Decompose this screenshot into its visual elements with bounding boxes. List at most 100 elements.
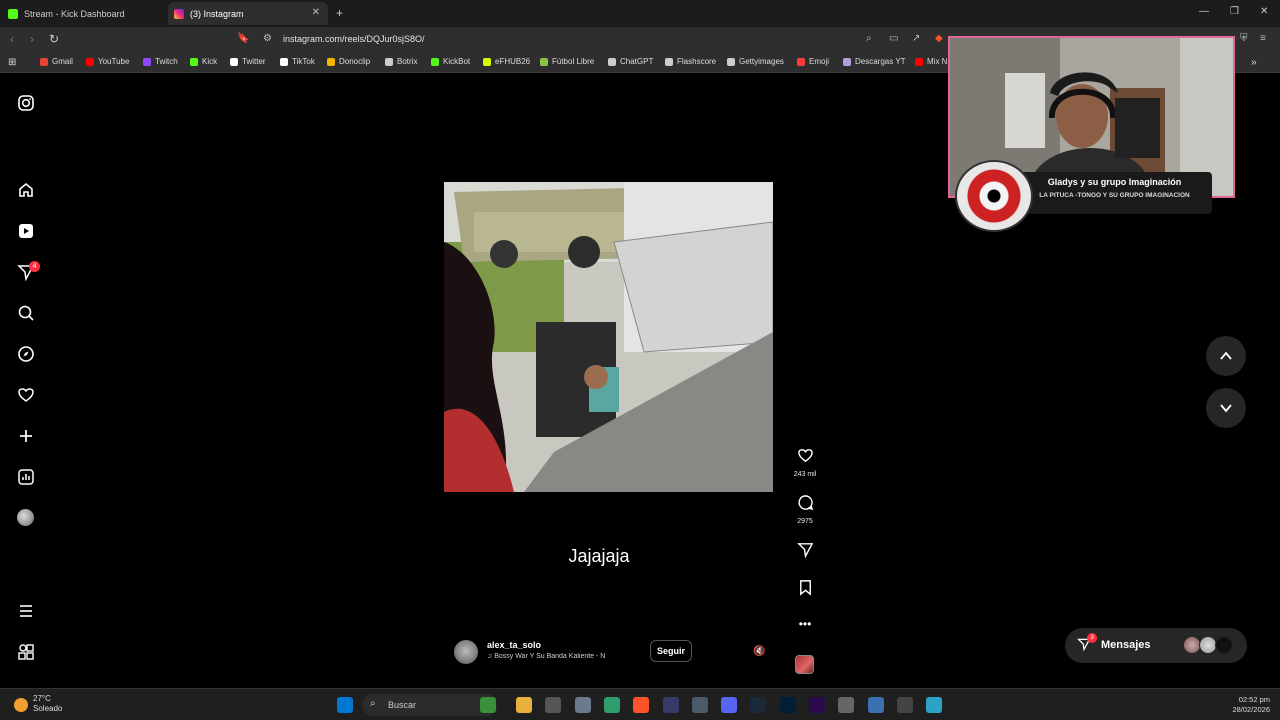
more-options-button[interactable]: ••• (790, 617, 820, 631)
steam-icon[interactable] (750, 697, 766, 713)
more-bookmarks-icon[interactable]: » (1251, 57, 1257, 68)
media-player-icon[interactable] (897, 697, 913, 713)
create-plus-icon[interactable] (17, 427, 35, 445)
author-username[interactable]: alex_ta_solo (487, 640, 541, 650)
bookmark-mix[interactable]: Mix N (915, 57, 947, 66)
site-settings-icon[interactable]: ⚙ (263, 33, 272, 44)
author-avatar[interactable] (454, 640, 478, 664)
save-button[interactable] (790, 579, 820, 600)
explore-icon[interactable] (17, 345, 35, 363)
ellipsis-icon: ••• (798, 617, 812, 631)
clock-date: 28/02/2026 (1232, 705, 1270, 714)
follow-button[interactable]: Seguir (650, 640, 693, 662)
bookmark-flashscore[interactable]: Flashscore (665, 57, 716, 66)
share-icon[interactable]: ↗ (912, 33, 920, 44)
calculator-icon[interactable] (692, 697, 708, 713)
chatgpt-icon (608, 57, 616, 66)
instagram-logo-icon[interactable] (17, 94, 35, 112)
heart-notifications-icon[interactable] (17, 386, 35, 404)
bookmark-gettyimages[interactable]: Gettyimages (727, 57, 784, 66)
bookmark-chatgpt[interactable]: ChatGPT (608, 57, 653, 66)
bookmark-futbol-libre[interactable]: Fútbol Libre (540, 57, 594, 66)
bookmark-twitter[interactable]: Twitter (230, 57, 266, 66)
kick-favicon-icon (8, 8, 18, 19)
previous-reel-button[interactable] (1206, 336, 1246, 376)
app-icon[interactable] (575, 697, 591, 713)
back-icon[interactable]: ‹ (10, 32, 14, 46)
bookmark-gmail[interactable]: Gmail (40, 57, 73, 66)
mute-icon[interactable]: 🔇 (753, 646, 765, 657)
edge-icon[interactable] (926, 697, 942, 713)
audio-thumbnail[interactable] (795, 655, 814, 674)
notepad-icon[interactable] (868, 697, 884, 713)
bookmark-twitch[interactable]: Twitch (143, 57, 178, 66)
messages-button[interactable]: 3 Mensajes (1065, 628, 1247, 663)
bookmark-donoclip[interactable]: Donoclip (327, 57, 370, 66)
zoom-icon[interactable]: ⌕ (866, 33, 872, 44)
search-icon: ⌕ (370, 698, 376, 709)
start-menu-icon[interactable] (337, 697, 353, 713)
bookmark-kick[interactable]: Kick (190, 57, 217, 66)
profile-avatar[interactable] (17, 509, 35, 527)
bookmark-emoji[interactable]: Emoji (797, 57, 829, 66)
twitch-icon (143, 57, 151, 66)
gmail-icon (40, 57, 48, 66)
dashboard-chart-icon[interactable] (17, 468, 35, 486)
comment-count: 2975 (797, 518, 813, 525)
more-menu-icon[interactable] (17, 602, 35, 620)
forward-icon[interactable]: › (30, 32, 34, 46)
kick-icon (190, 57, 198, 66)
url-input[interactable]: instagram.com/reels/DQJur0sjS8O/ (283, 34, 425, 44)
cast-icon[interactable]: ▭ (889, 33, 898, 44)
reel-player[interactable]: Jajajaja alex_ta_solo ♫ Bossy War Y Su B… (444, 90, 773, 676)
restore-button[interactable]: ❐ (1230, 6, 1239, 17)
reel-caption: Jajajaja (568, 546, 630, 566)
widgets-icon[interactable] (480, 697, 496, 713)
reel-video[interactable] (444, 182, 773, 492)
share-button[interactable] (790, 541, 820, 562)
vpn-icon[interactable]: ⛨ (1240, 33, 1248, 44)
close-window-button[interactable]: ✕ (1260, 6, 1268, 17)
reload-icon[interactable]: ↻ (49, 32, 59, 46)
gear-icon[interactable] (838, 697, 854, 713)
close-tab-icon[interactable]: ✕ (312, 7, 320, 18)
home-icon[interactable] (17, 181, 35, 199)
like-button[interactable]: 243 mil (790, 447, 820, 478)
bookmark-tiktok[interactable]: TikTok (280, 57, 315, 66)
file-explorer-icon[interactable] (516, 697, 532, 713)
message-avatar (1215, 636, 1233, 654)
app-icon[interactable] (663, 697, 679, 713)
minimize-button[interactable]: — (1199, 6, 1209, 17)
bookmark-youtube[interactable]: YouTube (86, 57, 129, 66)
photoshop-icon[interactable] (780, 697, 796, 713)
bookmark-efhub26[interactable]: eFHUB26 (483, 57, 530, 66)
discord-icon[interactable] (721, 697, 737, 713)
new-tab-button[interactable]: + (336, 6, 343, 20)
system-clock[interactable]: 02:52 pm 28/02/2026 (1226, 695, 1270, 715)
bookmark-kickbot[interactable]: KickBot (431, 57, 470, 66)
weather-widget[interactable]: 27°C Soleado (33, 694, 62, 714)
bookmark-page-icon[interactable]: 🔖 (237, 33, 249, 44)
bookmark-botrix[interactable]: Botrix (385, 57, 417, 66)
menu-icon[interactable]: ≡ (1260, 33, 1266, 44)
also-from-meta-icon[interactable] (17, 643, 35, 661)
tab-kick-dashboard[interactable]: Stream - Kick Dashboard (8, 2, 168, 25)
app-icon[interactable] (604, 697, 620, 713)
weather-sun-icon[interactable] (14, 698, 28, 712)
next-reel-button[interactable] (1206, 388, 1246, 428)
now-playing-subtitle: LA PITUCA -TONGO Y SU GRUPO IMAGINACION (1039, 192, 1190, 199)
bookmark-icon (790, 579, 820, 600)
tab-title: (3) Instagram (190, 8, 244, 19)
apps-grid-icon[interactable]: ⊞ (8, 57, 16, 68)
brave-browser-icon[interactable] (633, 697, 649, 713)
taskbar-search[interactable]: ⌕ Buscar (362, 694, 497, 716)
premiere-icon[interactable] (809, 697, 825, 713)
audio-track[interactable]: ♫ Bossy War Y Su Banda Kaliente - N (487, 653, 637, 660)
reels-icon[interactable] (17, 222, 35, 240)
bookmark-descargas-yt[interactable]: Descargas YT (843, 57, 906, 66)
tab-instagram[interactable]: (3) Instagram ✕ (168, 2, 328, 25)
brave-shield-icon[interactable]: ◆ (935, 33, 943, 44)
search-icon[interactable] (17, 304, 35, 322)
comment-button[interactable]: 2975 (790, 494, 820, 525)
settings-icon[interactable] (545, 697, 561, 713)
